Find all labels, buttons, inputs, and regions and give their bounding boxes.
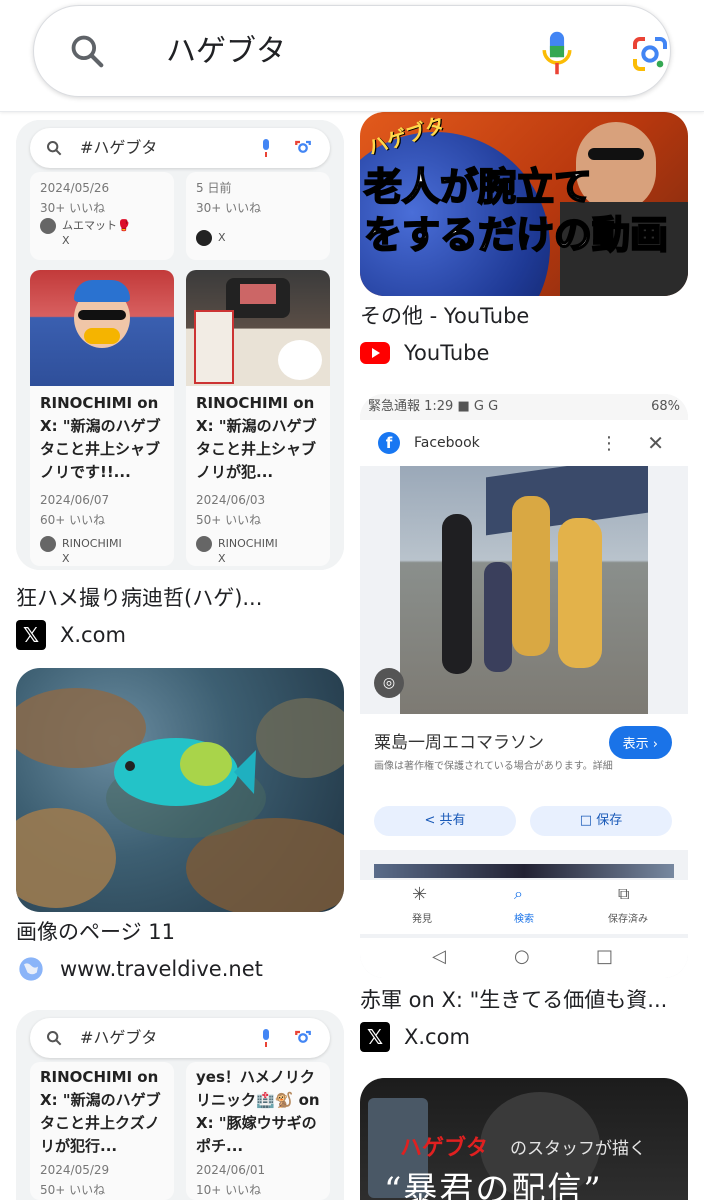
recents-icon: □: [596, 946, 614, 967]
mini-photo: [30, 270, 174, 386]
results-left-column: #ハゲブタ 2024/05/26 30+ いいね ムエマット🥊 X 5 日前 3…: [16, 112, 344, 1200]
facebook-screenshot: 緊急通報 1:29 ■ G G 68% f Facebook ⋮ ✕ ◎ 粟島一…: [360, 394, 688, 978]
result-thumbnail[interactable]: ハゲブタ のスタッフが描く “暴君の配信”: [360, 1078, 688, 1200]
overlay-big-text: “暴君の配信”: [384, 1170, 603, 1200]
search-box[interactable]: ハゲブタ: [33, 5, 671, 97]
result-title[interactable]: 画像のページ 11: [16, 918, 344, 946]
source-name: www.traveldive.net: [60, 957, 263, 981]
mini-result-cell: RINOCHIMI on X: "新潟のハゲブタこと井上シャブノリが犯... 2…: [186, 270, 330, 566]
mini-result-cell: RINOCHIMI on X: "新潟のハゲブタこと井上クズノリが犯行... 2…: [30, 1062, 174, 1200]
share-button: < 共有: [374, 806, 516, 836]
globe-icon: [16, 954, 46, 984]
search-query[interactable]: ハゲブタ: [166, 32, 286, 72]
result-thumbnail[interactable]: 緊急通報 1:29 ■ G G 68% f Facebook ⋮ ✕ ◎ 粟島一…: [360, 394, 688, 978]
x-logo-icon: [196, 230, 212, 246]
youtube-icon: [360, 342, 390, 364]
avatar: [40, 536, 56, 552]
search-icon: [47, 141, 62, 156]
top-search-bar: ハゲブタ: [0, 0, 704, 112]
microphone-icon: [263, 1029, 269, 1047]
facebook-icon: f: [378, 432, 400, 454]
result-source[interactable]: 𝕏 X.com: [16, 618, 344, 652]
mini-result-cell: RINOCHIMI on X: "新潟のハゲブタこと井上シャブノリです!!...…: [30, 270, 174, 566]
mini-search-bar: #ハゲブタ: [30, 128, 330, 168]
mini-result-cell: 5 日前 30+ いいね X: [186, 172, 330, 260]
home-icon: ○: [514, 946, 530, 967]
source-name: YouTube: [404, 341, 490, 365]
x-logo-icon: 𝕏: [360, 1022, 390, 1052]
group-photo: [400, 466, 648, 714]
bottom-navigation: ✳ 発見 ⌕ 検索 ⧉ 保存済み: [360, 880, 688, 934]
discover-icon: ✳: [412, 884, 428, 905]
mini-search-query: #ハゲブタ: [80, 1028, 158, 1047]
search-icon: [47, 1031, 62, 1046]
avatar: [196, 536, 212, 552]
overlay-red-text: ハゲブタ: [400, 1136, 489, 1161]
x-logo-icon: 𝕏: [16, 620, 46, 650]
microphone-icon[interactable]: [540, 30, 574, 76]
mini-search-query: #ハゲブタ: [80, 138, 158, 157]
close-icon: ✕: [647, 431, 664, 455]
results-right-column: ハゲブタ 老人が腕立て をするだけの動画 その他 - YouTube YouTu…: [360, 112, 688, 1200]
result-thumbnail[interactable]: #ハゲブタ RINOCHIMI on X: "新潟のハゲブタこと井上クズノリが犯…: [16, 1010, 344, 1200]
screenshot-thumbnail: #ハゲブタ 2024/05/26 30+ いいね ムエマット🥊 X 5 日前 3…: [16, 120, 344, 570]
saved-icon: ⧉: [618, 884, 630, 903]
result-thumbnail[interactable]: [16, 668, 344, 912]
result-source[interactable]: 𝕏 X.com: [360, 1020, 688, 1054]
status-bar: 緊急通報 1:29 ■ G G 68%: [360, 394, 688, 420]
back-icon: ◁: [432, 946, 446, 967]
show-button: 表示 ›: [608, 726, 672, 759]
google-lens-icon: [295, 140, 311, 153]
avatar: [40, 218, 56, 234]
result-title[interactable]: 狂ハメ撮り病迪哲(ハゲ)...: [16, 584, 344, 612]
result-thumbnail[interactable]: #ハゲブタ 2024/05/26 30+ いいね ムエマット🥊 X 5 日前 3…: [16, 120, 344, 570]
result-title[interactable]: 赤軍 on X: "生きてる価値も資...: [360, 986, 688, 1014]
overlay-rest-text: のスタッフが描く: [510, 1139, 646, 1159]
mini-photo: [186, 270, 330, 386]
search-icon: ⌕: [514, 884, 523, 903]
mini-result-cell: 2024/05/26 30+ いいね ムエマット🥊 X: [30, 172, 174, 260]
save-button: □ 保存: [530, 806, 672, 836]
facebook-info-panel: 粟島一周エコマラソン 表示 › 画像は著作権で保護されている場合があります。詳細…: [360, 714, 688, 850]
screenshot-thumbnail: #ハゲブタ RINOCHIMI on X: "新潟のハゲブタこと井上クズノリが犯…: [16, 1010, 344, 1200]
overlay-line2: をするだけの動画: [363, 212, 669, 258]
search-icon[interactable]: [68, 32, 106, 70]
overlay-line1: 老人が腕立て: [363, 164, 593, 210]
result-title[interactable]: その他 - YouTube: [360, 302, 688, 330]
system-navigation: ◁ ○ □: [360, 938, 688, 978]
google-lens-icon: [295, 1030, 311, 1043]
mini-search-bar: #ハゲブタ: [30, 1018, 330, 1058]
source-name: X.com: [404, 1025, 470, 1049]
mini-result-cell: yes！ハメノリクリニック🏥🐒 on X: "豚嫁ウサギのポチ... 2024/…: [186, 1062, 330, 1200]
microphone-icon: [263, 139, 269, 157]
result-thumbnail[interactable]: ハゲブタ 老人が腕立て をするだけの動画: [360, 112, 688, 296]
facebook-app-bar: f Facebook ⋮ ✕: [360, 420, 688, 466]
fish-photo: [16, 688, 344, 912]
lens-scan-icon: ◎: [374, 668, 404, 698]
google-lens-icon[interactable]: [630, 34, 670, 74]
more-vert-icon: ⋮: [600, 432, 618, 454]
result-source[interactable]: www.traveldive.net: [16, 952, 344, 986]
source-name: X.com: [60, 623, 126, 647]
result-source[interactable]: YouTube: [360, 336, 688, 370]
